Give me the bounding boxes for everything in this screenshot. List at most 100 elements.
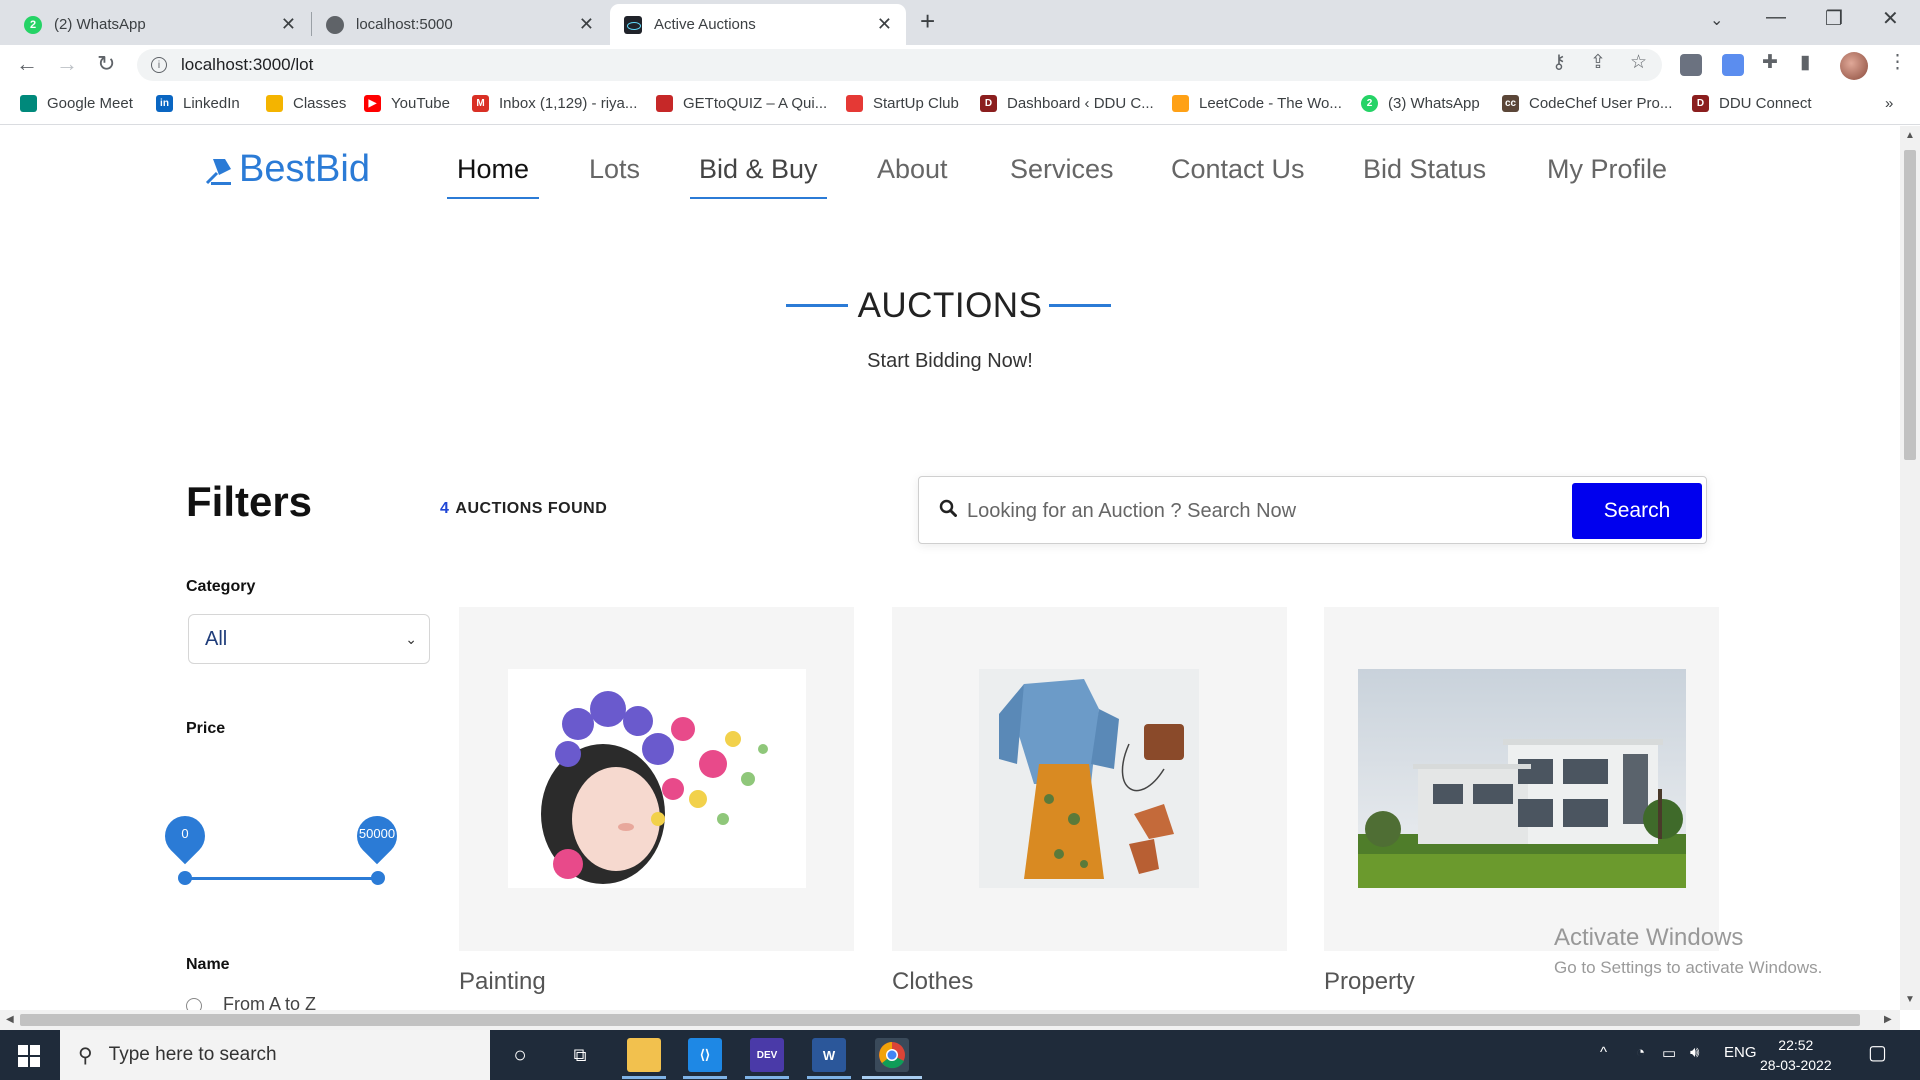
nav-home[interactable]: Home — [457, 154, 529, 185]
forward-arrow-icon[interactable]: → — [56, 51, 78, 77]
bookmark-label: Inbox (1,129) - riya... — [499, 95, 638, 112]
bookmark-codechef[interactable]: cc CodeChef User Pro... — [1502, 95, 1672, 112]
chrome-icon[interactable] — [875, 1038, 909, 1072]
ddu-icon: D — [980, 95, 997, 112]
nav-bid-status[interactable]: Bid Status — [1363, 154, 1486, 185]
word-icon[interactable]: W — [812, 1038, 846, 1072]
devcpp-icon[interactable]: DEV — [750, 1038, 784, 1072]
taskbar-clock[interactable]: 22:52 28-03-2022 — [1760, 1035, 1832, 1075]
card-title-clothes[interactable]: Clothes — [892, 968, 973, 996]
linkedin-icon: in — [156, 95, 173, 112]
task-view-icon[interactable]: ⧉ — [563, 1038, 597, 1072]
vertical-scroll-thumb[interactable] — [1904, 150, 1916, 460]
close-icon[interactable]: ✕ — [281, 14, 296, 35]
nav-my-profile[interactable]: My Profile — [1547, 154, 1667, 185]
horizontal-scroll-thumb[interactable] — [20, 1014, 1860, 1026]
battery-icon[interactable]: ▭ — [1662, 1044, 1676, 1062]
file-explorer-icon[interactable] — [627, 1038, 661, 1072]
tab-active-auctions[interactable]: Active Auctions ✕ — [610, 4, 906, 45]
category-selected-value: All — [205, 627, 228, 650]
search-input[interactable] — [967, 489, 1627, 533]
category-select[interactable]: All ⌄ — [188, 614, 430, 664]
bookmark-label: Dashboard ‹ DDU C... — [1007, 95, 1154, 112]
nav-services[interactable]: Services — [1010, 154, 1114, 185]
auction-card-clothes[interactable] — [892, 607, 1287, 951]
card-title-property[interactable]: Property — [1324, 968, 1415, 996]
bookmark-label: LinkedIn — [183, 95, 240, 112]
nav-contact-us[interactable]: Contact Us — [1171, 154, 1305, 185]
menu-kebab-icon[interactable]: ⋮ — [1888, 51, 1907, 74]
tab-localhost[interactable]: localhost:5000 ✕ — [312, 4, 608, 45]
search-icon: ⚲ — [78, 1044, 93, 1067]
bookmark-gettoquiz[interactable]: GETtoQUIZ – A Qui... — [656, 95, 827, 112]
scroll-down-arrow-icon[interactable]: ▼ — [1905, 994, 1915, 1005]
nav-home-underline — [447, 197, 539, 199]
key-icon[interactable]: ⚷ — [1552, 51, 1566, 74]
whatsapp-icon: 2 — [1361, 95, 1378, 112]
scroll-left-arrow-icon[interactable]: ◀ — [6, 1014, 14, 1025]
side-panel-icon[interactable]: ▮ — [1800, 51, 1810, 74]
bookmark-label: YouTube — [391, 95, 450, 112]
bookmark-star-icon[interactable]: ☆ — [1630, 51, 1647, 74]
search-button[interactable]: Search — [1572, 483, 1702, 539]
site-logo[interactable]: BestBid — [205, 148, 370, 191]
restore-icon[interactable]: ❐ — [1825, 6, 1843, 31]
bookmark-whatsapp[interactable]: 2 (3) WhatsApp — [1361, 95, 1480, 112]
windows-start-icon[interactable] — [18, 1045, 40, 1067]
close-icon[interactable]: ✕ — [579, 14, 594, 35]
tab-search-chevron-icon[interactable]: ⌄ — [1710, 10, 1723, 30]
vertical-scrollbar[interactable]: ▲ ▼ — [1900, 126, 1920, 1010]
card-title-painting[interactable]: Painting — [459, 968, 546, 996]
vscode-icon[interactable]: ⟨⟩ — [688, 1038, 722, 1072]
nav-lots[interactable]: Lots — [589, 154, 640, 185]
price-range-track[interactable] — [185, 877, 378, 880]
auction-card-property[interactable] — [1324, 607, 1719, 951]
profile-avatar[interactable] — [1840, 52, 1868, 80]
close-icon[interactable]: ✕ — [877, 14, 892, 35]
wifi-icon[interactable]: ◔ — [1636, 1044, 1645, 1061]
notifications-icon[interactable]: ▢ — [1868, 1040, 1887, 1065]
url-field[interactable]: i localhost:3000/lot — [137, 49, 1662, 81]
scroll-right-arrow-icon[interactable]: ▶ — [1884, 1014, 1892, 1025]
site-info-icon[interactable]: i — [151, 57, 167, 73]
tray-chevron-up-icon[interactable]: ^ — [1600, 1044, 1607, 1061]
minimize-icon[interactable]: — — [1766, 6, 1786, 29]
price-label: Price — [186, 720, 226, 737]
windows-taskbar: ⚲ Type here to search ○ ⧉ ⟨⟩ DEV W ^ ◔ ▭… — [0, 1030, 1920, 1080]
taskbar-search-field[interactable]: ⚲ Type here to search — [60, 1030, 490, 1080]
new-tab-plus-icon[interactable]: + — [920, 6, 935, 37]
explorer-active-indicator — [622, 1076, 666, 1079]
close-window-icon[interactable]: ✕ — [1882, 6, 1899, 31]
bookmark-leetcode[interactable]: LeetCode - The Wo... — [1172, 95, 1342, 112]
extension-docs-icon[interactable] — [1722, 54, 1744, 76]
bookmark-classes[interactable]: Classes — [266, 95, 346, 112]
nav-about[interactable]: About — [877, 154, 948, 185]
bookmark-ddu-connect[interactable]: D DDU Connect — [1692, 95, 1812, 112]
share-icon[interactable]: ⇪ — [1590, 51, 1606, 74]
back-arrow-icon[interactable]: ← — [16, 51, 38, 77]
reload-icon[interactable]: ↻ — [97, 51, 115, 77]
bookmark-gmail[interactable]: M Inbox (1,129) - riya... — [472, 95, 637, 112]
bookmark-dashboard-ddu[interactable]: D Dashboard ‹ DDU C... — [980, 95, 1154, 112]
sort-a-z-label: From A to Z — [223, 994, 317, 1010]
price-max-handle[interactable] — [371, 871, 385, 885]
extensions-puzzle-icon[interactable]: ✚ — [1762, 51, 1778, 74]
bookmark-youtube[interactable]: ▶ YouTube — [364, 95, 450, 112]
volume-icon[interactable]: 🔊︎ — [1690, 1044, 1699, 1061]
bookmark-google-meet[interactable]: Google Meet — [20, 95, 133, 112]
search-bar: Search — [918, 476, 1707, 544]
auction-card-painting[interactable] — [459, 607, 854, 951]
more-bookmarks-chevron-icon[interactable]: » — [1885, 95, 1893, 112]
tab-whatsapp[interactable]: 2 (2) WhatsApp ✕ — [10, 4, 310, 45]
sort-a-z-radio[interactable] — [186, 998, 202, 1010]
extension-notes-icon[interactable] — [1680, 54, 1702, 76]
nav-bid-buy[interactable]: Bid & Buy — [699, 154, 818, 185]
cortana-icon[interactable]: ○ — [503, 1038, 537, 1072]
bookmark-linkedin[interactable]: in LinkedIn — [156, 95, 240, 112]
horizontal-scrollbar[interactable]: ◀ ▶ — [0, 1010, 1900, 1030]
language-indicator[interactable]: ENG — [1724, 1044, 1757, 1061]
scroll-up-arrow-icon[interactable]: ▲ — [1905, 130, 1915, 141]
logo-text: BestBid — [239, 148, 370, 190]
price-min-handle[interactable] — [178, 871, 192, 885]
bookmark-startup-club[interactable]: StartUp Club — [846, 95, 959, 112]
